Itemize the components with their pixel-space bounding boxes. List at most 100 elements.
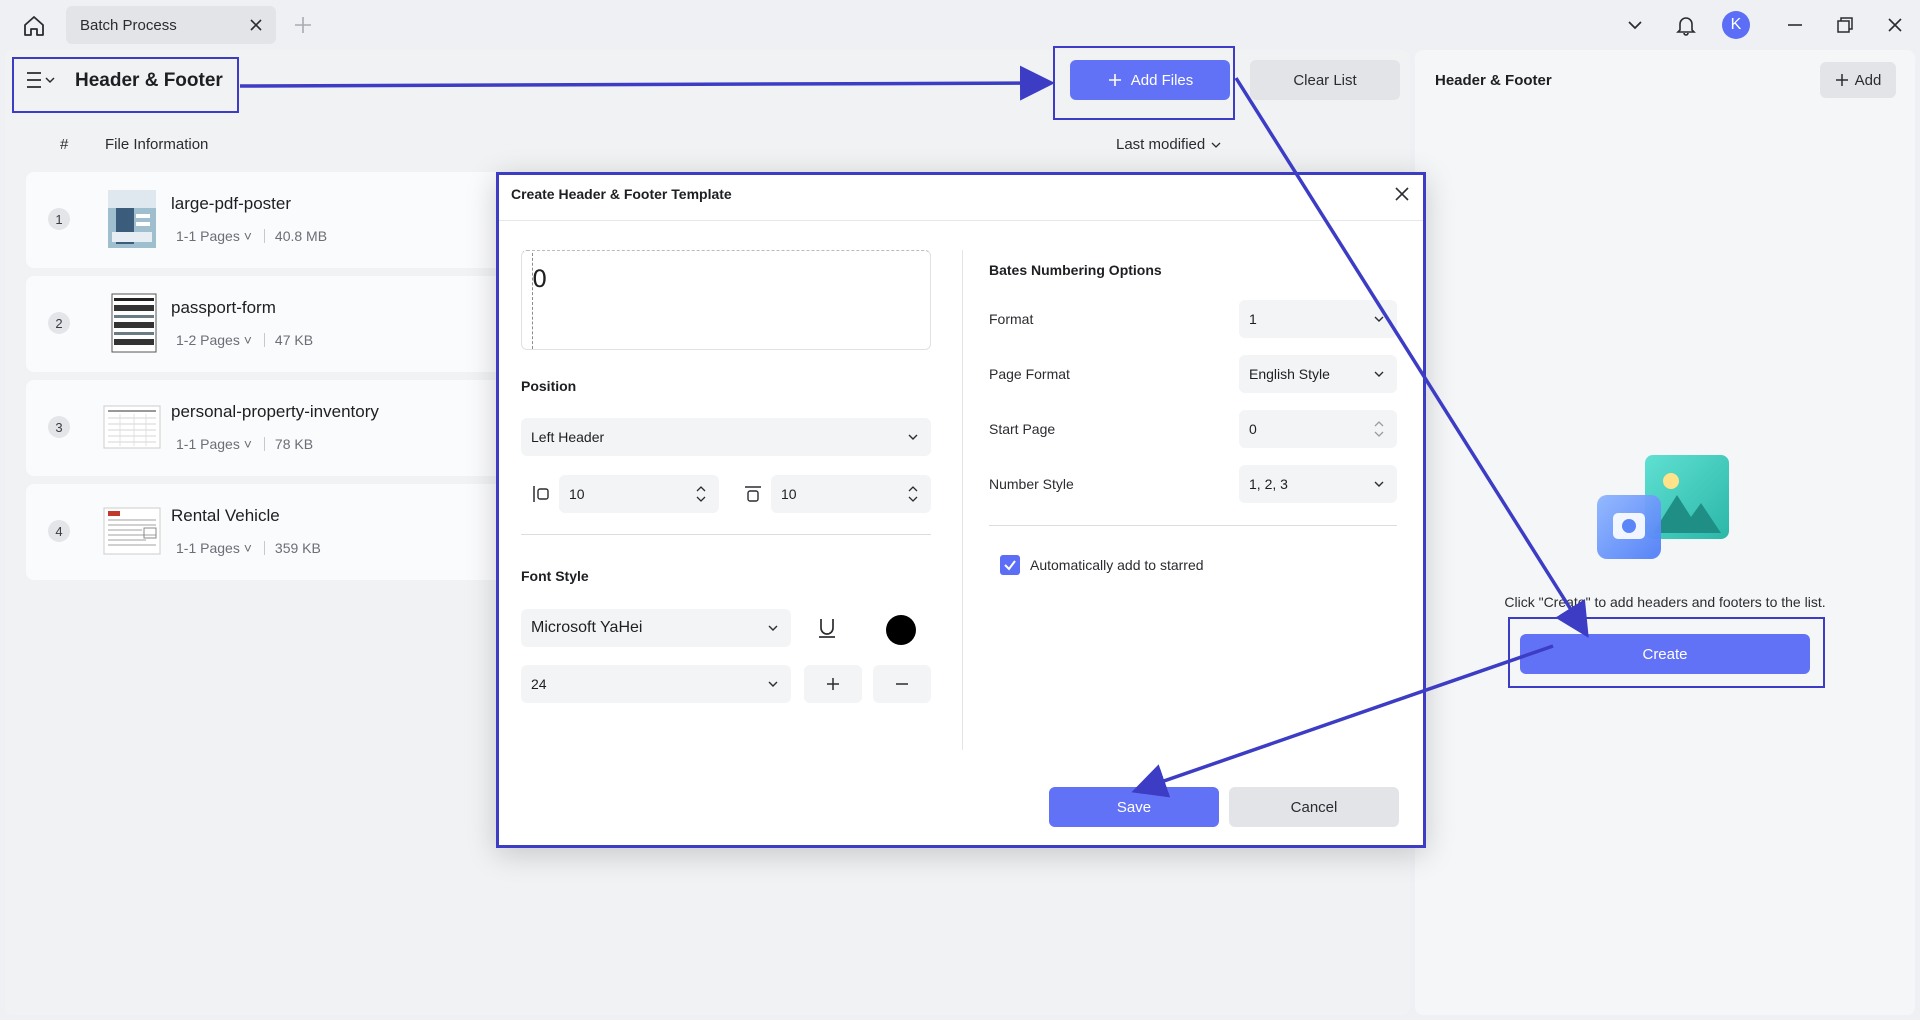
top-margin-icon: [743, 484, 763, 504]
sort-dropdown[interactable]: Last modified: [1116, 136, 1221, 153]
dialog-title: Create Header & Footer Template: [511, 186, 732, 202]
file-name: large-pdf-poster: [171, 194, 292, 213]
page-range-dropdown[interactable]: 1-1 Pages ˅: [176, 228, 252, 244]
font-family-value: Microsoft YaHei: [531, 619, 643, 636]
page-format-label: Page Format: [989, 366, 1070, 382]
top-margin-stepper[interactable]: 10: [771, 475, 931, 513]
title-bar: Batch Process K: [0, 0, 1920, 50]
stepper-arrows-icon: [1374, 421, 1384, 437]
new-tab-icon[interactable]: [292, 14, 314, 36]
template-preview[interactable]: 0: [521, 250, 931, 350]
menu-dropdown[interactable]: [25, 68, 59, 92]
chevron-down-icon: [768, 625, 778, 631]
close-dialog-icon[interactable]: [1391, 183, 1413, 205]
chevron-down-icon: [1374, 371, 1384, 377]
cancel-button[interactable]: Cancel: [1229, 787, 1399, 827]
file-meta: 1-2 Pages ˅ 47 KB: [176, 332, 313, 348]
number-style-select[interactable]: 1, 2, 3: [1239, 465, 1397, 503]
hamburger-icon: [27, 72, 55, 88]
column-file-header: File Information: [105, 136, 209, 153]
file-size: 40.8 MB: [274, 228, 328, 244]
plus-icon: [1835, 74, 1848, 86]
format-select[interactable]: 1: [1239, 300, 1397, 338]
file-row[interactable]: 3 personal-property-inventory 1-1 Pages …: [26, 380, 526, 476]
page-range-dropdown[interactable]: 1-1 Pages ˅: [176, 436, 252, 452]
tab-label: Batch Process: [80, 17, 177, 34]
chevron-down-icon: [1374, 316, 1384, 322]
font-size-value: 24: [531, 676, 547, 692]
text-color-swatch[interactable]: [886, 615, 916, 645]
position-select[interactable]: Left Header: [521, 418, 931, 456]
format-value: 1: [1249, 311, 1257, 327]
page-range-dropdown[interactable]: 1-2 Pages ˅: [176, 332, 252, 348]
page-format-select[interactable]: English Style: [1239, 355, 1397, 393]
file-size: 47 KB: [274, 332, 314, 348]
left-margin-stepper[interactable]: 10: [559, 475, 719, 513]
number-style-value: 1, 2, 3: [1249, 476, 1288, 492]
row-number: 3: [48, 416, 70, 438]
decrease-font-button[interactable]: [873, 665, 931, 703]
file-name: personal-property-inventory: [171, 402, 379, 421]
chevron-down-icon: [768, 681, 778, 687]
page-format-value: English Style: [1249, 366, 1330, 382]
file-meta: 1-1 Pages ˅ 40.8 MB: [176, 228, 327, 244]
file-meta: 1-1 Pages ˅ 78 KB: [176, 436, 313, 452]
file-size: 78 KB: [274, 436, 314, 452]
minimize-icon[interactable]: [1782, 12, 1808, 38]
increase-font-button[interactable]: [804, 665, 862, 703]
file-row[interactable]: 2 passport-form 1-2 Pages ˅ 47 KB: [26, 276, 526, 372]
add-template-label: Add: [1854, 71, 1882, 89]
position-section-label: Position: [521, 378, 577, 394]
file-row[interactable]: 1 large-pdf-poster 1-1 Pages ˅ 40.8 MB: [26, 172, 526, 268]
font-size-select[interactable]: 24: [521, 665, 791, 703]
column-number-header: #: [60, 136, 69, 153]
start-page-stepper[interactable]: 0: [1239, 410, 1397, 448]
font-family-select[interactable]: Microsoft YaHei: [521, 609, 791, 647]
file-size: 359 KB: [274, 540, 321, 556]
minus-icon: [896, 683, 908, 685]
file-meta: 1-1 Pages ˅ 359 KB: [176, 540, 321, 556]
save-button[interactable]: Save: [1049, 787, 1219, 827]
clear-list-button[interactable]: Clear List: [1250, 60, 1400, 100]
empty-state-hint: Click "Create" to add headers and footer…: [1504, 594, 1826, 610]
avatar[interactable]: K: [1722, 11, 1750, 39]
page-range-dropdown[interactable]: 1-1 Pages ˅: [176, 540, 252, 556]
file-thumbnail: [102, 188, 162, 250]
file-name: passport-form: [171, 298, 276, 317]
plus-icon: [827, 678, 839, 690]
add-files-label: Add Files: [1130, 71, 1194, 89]
restore-icon[interactable]: [1832, 12, 1858, 38]
auto-star-label: Automatically add to starred: [1030, 557, 1204, 573]
close-window-icon[interactable]: [1882, 12, 1908, 38]
template-pane-title: Header & Footer: [1435, 72, 1552, 89]
checkmark-icon: [1004, 560, 1016, 571]
row-number: 1: [48, 208, 70, 230]
file-row[interactable]: 4 Rental Vehicle 1-1 Pages ˅ 359 KB: [26, 484, 526, 580]
create-template-dialog: Create Header & Footer Template 0 Positi…: [496, 172, 1426, 848]
row-number: 2: [48, 312, 70, 334]
file-thumbnail: [102, 292, 162, 354]
add-template-button[interactable]: Add: [1820, 62, 1896, 98]
column-divider: [962, 250, 963, 750]
position-value: Left Header: [531, 429, 605, 445]
empty-state-illustration: [1595, 455, 1735, 565]
tab-batch-process[interactable]: Batch Process: [66, 6, 276, 44]
chevron-down-icon: [1374, 481, 1384, 487]
file-thumbnail: [102, 396, 162, 458]
section-divider: [989, 525, 1397, 526]
create-button[interactable]: Create: [1520, 634, 1810, 674]
left-margin-value: 10: [569, 486, 585, 502]
underline-icon[interactable]: [815, 616, 839, 640]
close-tab-icon[interactable]: [246, 15, 266, 35]
home-icon[interactable]: [18, 10, 50, 42]
file-name: Rental Vehicle: [171, 506, 280, 525]
stepper-arrows-icon: [908, 486, 918, 502]
plus-icon: [1108, 74, 1121, 86]
add-files-button[interactable]: Add Files: [1070, 60, 1230, 100]
left-margin-icon: [531, 484, 551, 504]
chevron-down-icon[interactable]: [1622, 12, 1648, 38]
font-style-section-label: Font Style: [521, 568, 589, 584]
auto-star-checkbox[interactable]: [1000, 555, 1020, 575]
bell-icon[interactable]: [1673, 12, 1699, 38]
start-page-label: Start Page: [989, 421, 1056, 437]
